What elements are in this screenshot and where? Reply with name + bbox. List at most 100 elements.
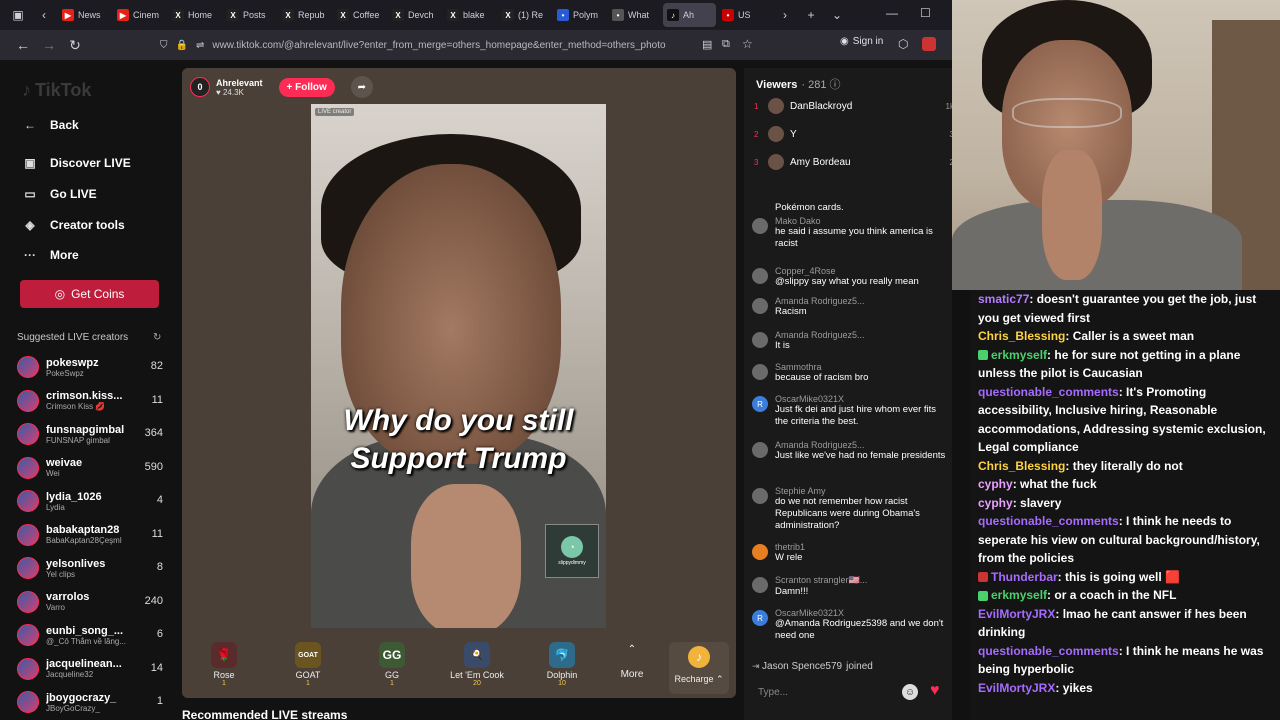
gift-item[interactable]: 🌹 Rose 1: [194, 642, 254, 687]
tab-7[interactable]: X Devch: [388, 3, 441, 27]
url-bar[interactable]: ⛉ 🔒 ⇌ www.tiktok.com/@ahrelevant/live?en…: [160, 34, 760, 56]
tab-8[interactable]: Xblake: [443, 3, 496, 27]
tab-label: Devch: [408, 10, 434, 20]
creator-names: pokeswpz PokeSwpz: [46, 357, 141, 378]
screenshot-icon[interactable]: ⧉: [722, 38, 730, 51]
emoji-icon[interactable]: ☺: [902, 684, 918, 700]
sidebar-item-creator-tools[interactable]: ◈ Creator tools: [22, 218, 124, 232]
reload-icon[interactable]: ↻: [62, 32, 88, 58]
chat-message[interactable]: R OscarMike0321X Just fk dei and just hire…: [752, 394, 948, 428]
chat-message[interactable]: Scranton strangler🇺🇸... Damn!!!: [752, 575, 948, 598]
tab-scroll-right-icon[interactable]: ›: [773, 3, 797, 27]
url-text[interactable]: www.tiktok.com/@ahrelevant/live?enter_fr…: [212, 40, 665, 51]
tiktok-logo[interactable]: ♪ TikTok: [22, 80, 91, 101]
gift-more-button[interactable]: ⌃ More: [612, 644, 652, 680]
chat-message[interactable]: Mako Dako he said i assume you think amer…: [752, 216, 948, 250]
suggested-creator[interactable]: varrolos Varro 240: [17, 587, 167, 617]
suggested-creator[interactable]: pokeswpz PokeSwpz 82: [17, 352, 167, 382]
share-icon[interactable]: ➦: [350, 76, 373, 98]
tab-12[interactable]: ♪ Ah: [663, 3, 716, 27]
creator-avatar: [17, 490, 39, 512]
viewer-row[interactable]: 1 DanBlackroyd 1k: [754, 96, 952, 116]
extensions-icon[interactable]: ⬡: [898, 37, 908, 51]
suggested-creator[interactable]: eunbi_song_... @_Cô Thắm về lăng... 6: [17, 620, 167, 650]
sidebar-item-more[interactable]: ··· More: [22, 248, 79, 262]
get-coins-button[interactable]: ◎ Get Coins: [20, 280, 159, 308]
viewer-row[interactable]: 3 Amy Bordeau 2: [754, 152, 952, 172]
heart-icon[interactable]: ♥: [930, 682, 940, 700]
tab-11[interactable]: • What: [608, 3, 661, 27]
tab-6[interactable]: X Coffee: [333, 3, 386, 27]
recharge-button[interactable]: ♪ Recharge ⌃: [669, 642, 729, 694]
sidebar-item-go-live[interactable]: ▭ Go LIVE: [22, 187, 96, 201]
suggested-creator[interactable]: weivae Wei 590: [17, 453, 167, 483]
suggested-creator[interactable]: jboygocrazy_ JBoyGoCrazy_ 1: [17, 687, 167, 717]
collections-icon[interactable]: ▣: [6, 3, 30, 27]
gift-item[interactable]: GOAT GOAT 1: [278, 642, 338, 687]
host-avatar[interactable]: 0: [190, 77, 210, 97]
suggested-creators-title: Suggested LIVE creators: [17, 332, 129, 343]
forward-arrow-icon[interactable]: →: [36, 32, 62, 58]
gift-name: GG: [384, 670, 399, 680]
chat-message[interactable]: Stephie Amy do we not remember how racist…: [752, 486, 948, 532]
minimize-icon[interactable]: —: [886, 6, 898, 20]
chat-message[interactable]: R OscarMike0321X @Amanda Rodriguez5398 and…: [752, 608, 948, 642]
guest-pip[interactable]: ◔ slippydimmy: [545, 524, 599, 578]
host-info[interactable]: Ahrelevant ♥ 24.3K: [216, 78, 263, 97]
new-tab-icon[interactable]: +: [799, 3, 823, 27]
chat-message[interactable]: Amanda Rodriguez5... Racism: [752, 296, 948, 318]
reader-view-icon[interactable]: ▤: [702, 38, 712, 51]
viewers-title[interactable]: Viewers · 281 ⓘ: [756, 76, 841, 92]
x-icon: X: [172, 9, 184, 21]
chat-message[interactable]: thetrib1 W rele: [752, 542, 948, 564]
tab-10[interactable]: • Polym: [553, 3, 606, 27]
stream-chat-line: smatic77: doesn't guarantee you get the …: [978, 290, 1276, 327]
chat-input[interactable]: Type... ☺ ♥: [750, 678, 946, 706]
creator-subname: JBoyGoCrazy_: [46, 703, 100, 713]
suggested-creator[interactable]: yelsonlives Yel clips 8: [17, 553, 167, 583]
bookmark-star-icon[interactable]: ☆: [742, 37, 753, 51]
suggested-creator[interactable]: babakaptan28 BabaKaptan28Çeşml 11: [17, 520, 167, 550]
gift-item[interactable]: 🍳 Let 'Em Cook 20: [447, 642, 507, 687]
creator-avatar: [17, 523, 39, 546]
suggested-creator[interactable]: crimson.kiss... Crimson Kiss 💋 11: [17, 386, 167, 416]
extension-avatar-icon[interactable]: [922, 37, 936, 51]
back-arrow-icon[interactable]: ←: [10, 32, 36, 58]
chat-message[interactable]: Amanda Rodriguez5... It is: [752, 330, 948, 352]
tab-2[interactable]: ▶ Cinem: [113, 3, 166, 27]
tab-5[interactable]: X Repub: [278, 3, 331, 27]
gift-item[interactable]: 🐬 Dolphin 10: [532, 642, 592, 687]
x-icon: X: [227, 9, 239, 21]
tab-9[interactable]: X (1) Re: [498, 3, 551, 27]
back-link[interactable]: ← Back: [22, 118, 79, 132]
viewer-row[interactable]: 2Y3: [754, 124, 952, 144]
suggested-creator[interactable]: jacquelinean... Jacqueline32 14: [17, 654, 167, 684]
suggested-creator[interactable]: funsnapgimbal FUNSNAP gimbal 364: [17, 419, 167, 449]
gift-bar: 🌹 Rose 1 GOAT GOAT 1 GG GG 1 🍳 Let 'Em Cook 20 🐬 Dolp…: [182, 634, 736, 698]
shield-icon[interactable]: ⛉: [160, 40, 168, 51]
gift-item[interactable]: GG GG 1: [362, 642, 422, 687]
tab-3[interactable]: X Home: [168, 3, 221, 27]
tab-label: Home: [188, 10, 213, 20]
tab-list-chevron-icon[interactable]: ⌄: [825, 3, 849, 27]
sign-in-button[interactable]: ◉ Sign in: [840, 36, 883, 47]
creator-viewer-count: 14: [150, 661, 163, 674]
chat-text: @slippy say what you really mean: [775, 276, 919, 287]
creator-viewer-count: 11: [151, 527, 163, 540]
lock-icon[interactable]: 🔒: [176, 40, 188, 51]
chat-avatar: [752, 332, 768, 348]
tab-1[interactable]: ▶ News: [58, 3, 111, 27]
chat-message[interactable]: Amanda Rodriguez5... Just like we've had …: [752, 440, 948, 462]
tab-13[interactable]: • US: [718, 3, 771, 27]
suggested-creator[interactable]: lydia_1026 Lydia 4: [17, 486, 167, 516]
follow-button[interactable]: + Follow: [278, 77, 335, 97]
tab-4[interactable]: X Posts: [223, 3, 276, 27]
tab-scroll-left-icon[interactable]: ‹: [32, 3, 56, 27]
video-stream[interactable]: LIVE creator Why do you still Support Tr…: [311, 104, 606, 628]
chat-message[interactable]: Sammothra because of racism bro: [752, 362, 948, 384]
permissions-icon[interactable]: ⇌: [196, 40, 204, 51]
chat-message[interactable]: Copper_4Rose @slippy say what you really …: [752, 266, 948, 288]
refresh-icon[interactable]: ↻: [153, 332, 161, 343]
sidebar-item-discover-live[interactable]: ▣ Discover LIVE: [22, 156, 130, 170]
maximize-icon[interactable]: ☐: [920, 6, 931, 20]
